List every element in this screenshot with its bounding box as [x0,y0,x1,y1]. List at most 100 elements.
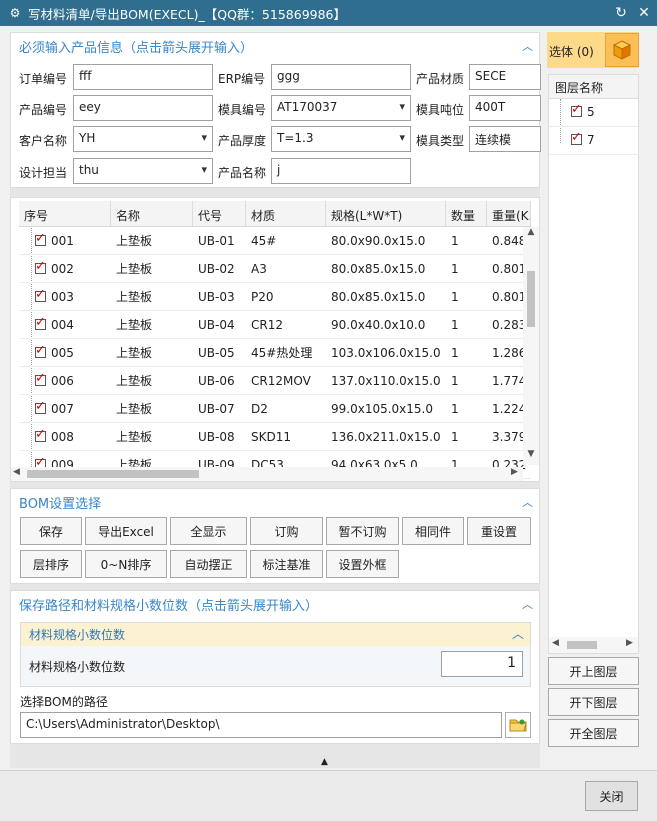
save-button[interactable]: 保存 [20,517,82,545]
order-no-field[interactable]: fff [73,64,213,90]
customer-select[interactable]: YH [73,126,213,152]
row-checkbox[interactable] [35,318,46,330]
open-folder-button[interactable] [505,712,531,738]
collapse-chevron-icon[interactable]: ︿ [512,625,524,642]
mold-no-select[interactable]: AT170037 [271,95,411,121]
side-panel: 选体 (0) 图层名称 5 7 ◀ ▶ 开上图层 开下图层 开全图层 [547,32,639,768]
row-checkbox[interactable] [35,290,46,302]
auto-align-button[interactable]: 自动摆正 [170,550,247,578]
open-all-layers-button[interactable]: 开全图层 [548,719,639,747]
row-checkbox[interactable] [35,234,46,246]
table-row[interactable]: 005 上垫板UB-0545#热处理103.0x106.0x15.011.286 [19,339,531,367]
table-row[interactable]: 007 上垫板UB-07D299.0x105.0x15.011.224 [19,395,531,423]
product-name-field[interactable]: j [271,158,411,184]
mold-type-field[interactable]: 连续模 [469,126,541,152]
save-path-panel: 保存路径和材料规格小数位数（点击箭头展开输入） ︿ 材料规格小数位数 ︿ 材料规… [10,590,540,744]
erp-field[interactable]: ggg [271,64,411,90]
open-upper-layer-button[interactable]: 开上图层 [548,657,639,685]
order-button[interactable]: 订购 [250,517,323,545]
layer-item[interactable]: 7 [549,127,638,155]
same-part-button[interactable]: 相同件 [402,517,464,545]
reset-icon[interactable]: ↻ [611,3,631,23]
product-info-header[interactable]: 必须输入产品信息（点击箭头展开输入） ︿ [11,33,539,59]
reset-button[interactable]: 重设置 [467,517,531,545]
table-row[interactable]: 001 上垫板UB-0145#80.0x90.0x15.010.848 [19,227,531,255]
expand-arrow-icon[interactable]: ▲ [321,757,328,767]
table-row[interactable]: 004 上垫板UB-04CR1290.0x40.0x10.010.283 [19,311,531,339]
main-area: 必须输入产品信息（点击箭头展开输入） ︿ 订单编号 fff ERP编号 ggg … [10,32,541,768]
table-row[interactable]: 003 上垫板UB-03P2080.0x85.0x15.010.801 [19,283,531,311]
bom-path-field[interactable]: C:\Users\Administrator\Desktop\ [20,712,502,738]
material-label: 产品材质 [416,72,465,86]
close-button[interactable]: 关闭 [585,781,638,811]
table-horizontal-scrollbar[interactable]: ◀ ▶ [11,467,523,481]
layer-item[interactable]: 5 [549,99,638,127]
mark-datum-button[interactable]: 标注基准 [250,550,323,578]
table-header: 序号 名称 代号 材质 规格(L*W*T) 数量 重量(K... [19,201,531,227]
row-checkbox[interactable] [35,262,46,274]
select-body-button[interactable] [605,33,639,67]
layer-sort-button[interactable]: 层排序 [20,550,82,578]
row-checkbox[interactable] [35,346,46,358]
product-no-field[interactable]: eey [73,95,213,121]
designer-select[interactable]: thu [73,158,213,184]
decimal-subpanel: 材料规格小数位数 ︿ 材料规格小数位数 1 [20,622,531,687]
collapse-chevron-icon[interactable]: ︿ [522,596,533,612]
collapse-chevron-icon[interactable]: ︿ [522,494,533,510]
product-no-label: 产品编号 [19,103,68,117]
export-excel-button[interactable]: 导出Excel [85,517,167,545]
title-bar: ⚙ 写材料清单/导出BOM(EXECL)_【QQ群：515869986】 ↻ ✕ [0,0,657,26]
footer-bar [0,770,657,821]
collapse-chevron-icon[interactable]: ︿ [522,38,533,54]
table-row[interactable]: 006 上垫板UB-06CR12MOV137.0x110.0x15.011.77… [19,367,531,395]
designer-label: 设计担当 [19,166,68,180]
thickness-select[interactable]: T=1.3 [271,126,411,152]
decimal-subheader[interactable]: 材料规格小数位数 ︿ [21,623,530,646]
layer-checkbox[interactable] [571,130,582,145]
decimal-subheader-title: 材料规格小数位数 [29,628,126,642]
col-header-code[interactable]: 代号 [193,201,246,226]
product-info-panel: 必须输入产品信息（点击箭头展开输入） ︿ 订单编号 fff ERP编号 ggg … [10,32,541,188]
col-header-no[interactable]: 序号 [19,201,111,226]
no-order-button[interactable]: 暂不订购 [326,517,399,545]
close-icon[interactable]: ✕ [634,3,654,23]
save-path-header[interactable]: 保存路径和材料规格小数位数（点击箭头展开输入） ︿ [11,591,539,617]
material-field[interactable]: SECE [469,64,541,90]
scroll-down-icon[interactable]: ▼ [523,449,539,463]
table-vertical-scrollbar[interactable]: ▲ ▼ [523,227,539,465]
decimal-label: 材料规格小数位数 [29,660,126,674]
show-all-button[interactable]: 全显示 [170,517,247,545]
open-lower-layer-button[interactable]: 开下图层 [548,688,639,716]
table-row[interactable]: 008 上垫板UB-08SKD11136.0x211.0x15.013.379 [19,423,531,451]
row-checkbox[interactable] [35,374,46,386]
select-body-bar[interactable]: 选体 (0) [547,32,639,68]
decimal-field[interactable]: 1 [441,651,523,677]
scroll-left-icon[interactable]: ◀ [552,638,559,648]
set-frame-button[interactable]: 设置外框 [326,550,399,578]
scroll-right-icon[interactable]: ▶ [626,638,633,648]
row-checkbox[interactable] [35,402,46,414]
cube-icon [612,40,632,60]
scroll-up-icon[interactable]: ▲ [523,227,539,241]
col-header-weight[interactable]: 重量(K... [487,201,531,226]
tonnage-label: 模具吨位 [416,103,465,117]
layer-checkbox[interactable] [571,102,582,117]
table-row[interactable]: 002 上垫板UB-02A380.0x85.0x15.010.801 [19,255,531,283]
save-path-title: 保存路径和材料规格小数位数（点击箭头展开输入） [19,598,319,614]
vertical-scroll-thumb[interactable] [527,271,535,327]
scroll-right-icon[interactable]: ▶ [511,467,518,477]
horizontal-scroll-thumb[interactable] [27,470,199,478]
col-header-material[interactable]: 材质 [246,201,326,226]
horizontal-scroll-thumb[interactable] [567,641,597,649]
zero-n-sort-button[interactable]: 0~N排序 [85,550,167,578]
row-checkbox[interactable] [35,430,46,442]
layer-horizontal-scrollbar[interactable]: ◀ ▶ [549,637,638,653]
bom-settings-header[interactable]: BOM设置选择 ︿ [11,489,539,515]
col-header-qty[interactable]: 数量 [446,201,487,226]
scroll-left-icon[interactable]: ◀ [13,467,20,477]
col-header-spec[interactable]: 规格(L*W*T) [326,201,446,226]
tonnage-field[interactable]: 400T [469,95,541,121]
customer-label: 客户名称 [19,134,68,148]
col-header-name[interactable]: 名称 [111,201,193,226]
bom-settings-title: BOM设置选择 [19,496,102,512]
